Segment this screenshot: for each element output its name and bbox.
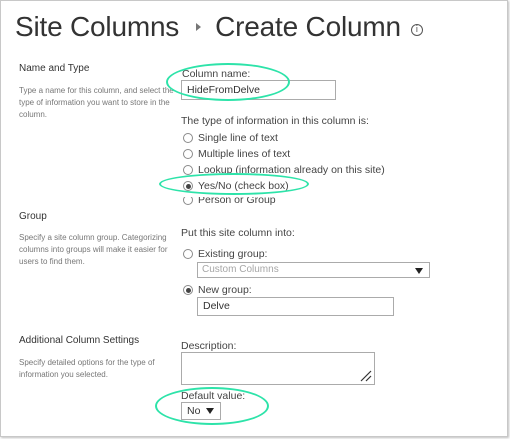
default-value-select[interactable]: No [181,402,221,420]
type-label: The type of information in this column i… [181,115,369,127]
resize-grip-icon[interactable] [358,368,372,382]
new-group-label: New group: [198,284,252,296]
radio-icon[interactable] [183,149,193,159]
radio-icon[interactable] [183,165,193,175]
new-group-input[interactable]: Delve [197,297,394,316]
type-list-clip: Person or Group [171,197,431,205]
default-value-text: No [187,405,201,417]
existing-group-value: Custom Columns [202,264,279,275]
section-heading-group: Group [19,211,47,222]
type-option-label: Single line of text [198,132,278,144]
put-into-label: Put this site column into: [181,227,295,239]
default-value-label: Default value: [181,390,246,402]
radio-icon[interactable] [183,249,193,259]
type-option-label: Yes/No (check box) [198,180,289,192]
column-name-input[interactable]: HideFromDelve [181,80,336,100]
breadcrumb-site-columns[interactable]: Site Columns [15,11,179,43]
section-description-additional: Specify detailed options for the type of… [19,358,155,379]
existing-group-option[interactable]: Existing group: [183,248,267,260]
type-option-person-group[interactable]: Person or Group [183,197,276,205]
section-description-name-type: Type a name for this column, and select … [19,86,174,119]
description-textarea[interactable] [181,352,375,385]
section-description-group: Specify a site column group. Categorizin… [19,233,168,266]
type-option-label: Multiple lines of text [198,148,291,160]
create-column-page: Site Columns Create Column i Name and Ty… [0,0,508,437]
new-group-option[interactable]: New group: [183,284,252,296]
type-option-yes-no[interactable]: Yes/No (check box) [183,180,289,192]
chevron-down-icon [415,268,423,274]
radio-icon[interactable] [183,133,193,143]
description-label: Description: [181,340,237,352]
type-option-label: Person or Group [198,197,276,205]
radio-icon[interactable] [183,197,193,205]
type-option-single-line[interactable]: Single line of text [183,132,278,144]
type-option-label: Lookup (information already on this site… [198,164,385,176]
existing-group-select[interactable]: Custom Columns [197,262,430,278]
radio-selected-icon[interactable] [183,285,193,295]
section-heading-additional: Additional Column Settings [19,335,140,346]
info-icon[interactable]: i [410,24,423,36]
page-title: Create Column [215,11,401,42]
existing-group-label: Existing group: [198,248,268,260]
type-option-multiple-lines[interactable]: Multiple lines of text [183,148,290,160]
radio-selected-icon[interactable] [183,181,193,191]
column-name-label: Column name: [182,68,251,80]
type-option-lookup[interactable]: Lookup (information already on this site… [183,164,385,176]
breadcrumb-separator-icon [196,23,202,31]
section-heading-name-type: Name and Type [19,63,90,74]
chevron-down-icon [206,408,214,414]
page-header: Site Columns Create Column i [15,7,423,47]
